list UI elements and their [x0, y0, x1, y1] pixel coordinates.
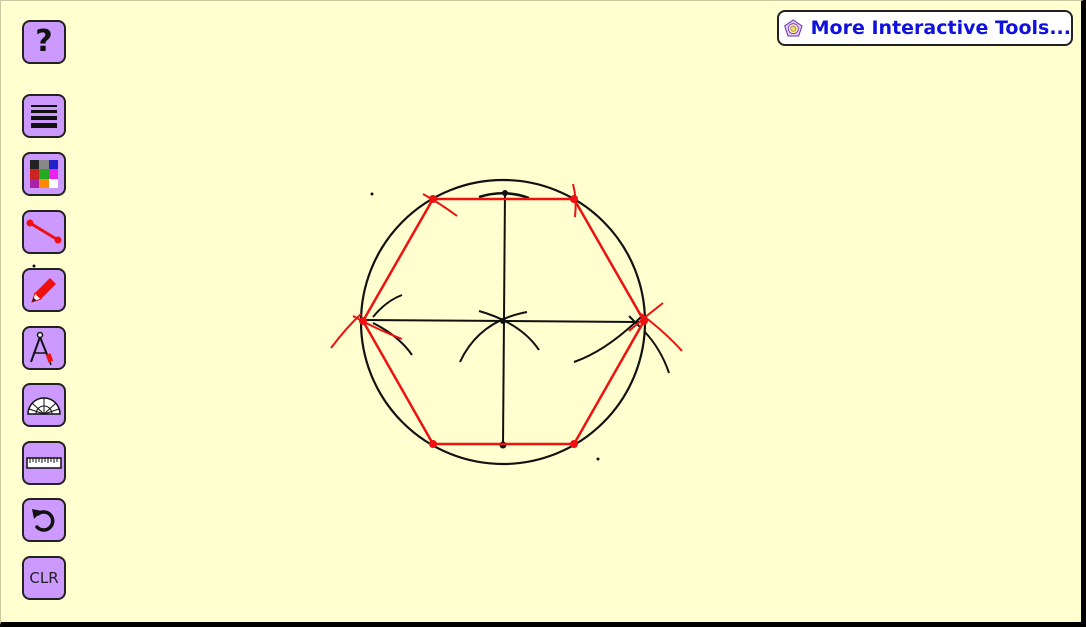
- help-button[interactable]: ?: [22, 20, 66, 64]
- clear-label: CLR: [29, 569, 59, 587]
- undo-icon: [32, 509, 55, 532]
- line-tool-button[interactable]: [22, 210, 66, 254]
- vertex-point: [429, 195, 437, 203]
- bisector-arc: [643, 330, 670, 374]
- whiteboard-frame: ? CLR More Interactive Tools...: [0, 0, 1084, 625]
- vertex-arc: [330, 313, 362, 349]
- center-point: [500, 318, 506, 324]
- line-width-button[interactable]: [22, 94, 66, 138]
- protractor-icon: [27, 397, 61, 415]
- line-segment-icon: [26, 219, 62, 244]
- drawing-canvas[interactable]: [1, 1, 1081, 622]
- pentagon-logo-icon: [784, 19, 803, 37]
- compass-icon: [30, 331, 54, 365]
- more-tools-label: More Interactive Tools...: [810, 17, 1071, 39]
- stray-dot: [370, 192, 374, 196]
- vertex-point: [359, 317, 367, 325]
- ruler-icon: [26, 457, 62, 469]
- line-width-icon: [31, 105, 57, 128]
- color-palette-icon: [30, 160, 58, 188]
- color-palette-button[interactable]: [22, 152, 66, 196]
- bisector-arc: [459, 311, 528, 363]
- pencil-tool-button[interactable]: [22, 268, 66, 312]
- compass-tool-button[interactable]: [22, 326, 66, 370]
- bisector-arc: [573, 316, 642, 363]
- vertex-point: [429, 440, 437, 448]
- more-interactive-tools-button[interactable]: More Interactive Tools...: [777, 10, 1073, 46]
- stray-dot: [596, 457, 600, 461]
- vertex-point: [570, 195, 578, 203]
- vertex-point: [570, 440, 578, 448]
- help-icon: ?: [35, 24, 53, 59]
- vertex-arc: [422, 193, 458, 217]
- top-point: [502, 190, 508, 196]
- ruler-tool-button[interactable]: [22, 441, 66, 485]
- pencil-icon: [31, 278, 56, 303]
- clear-button[interactable]: CLR: [22, 556, 66, 600]
- protractor-tool-button[interactable]: [22, 383, 66, 427]
- vertex-point: [640, 317, 648, 325]
- undo-button[interactable]: [22, 498, 66, 542]
